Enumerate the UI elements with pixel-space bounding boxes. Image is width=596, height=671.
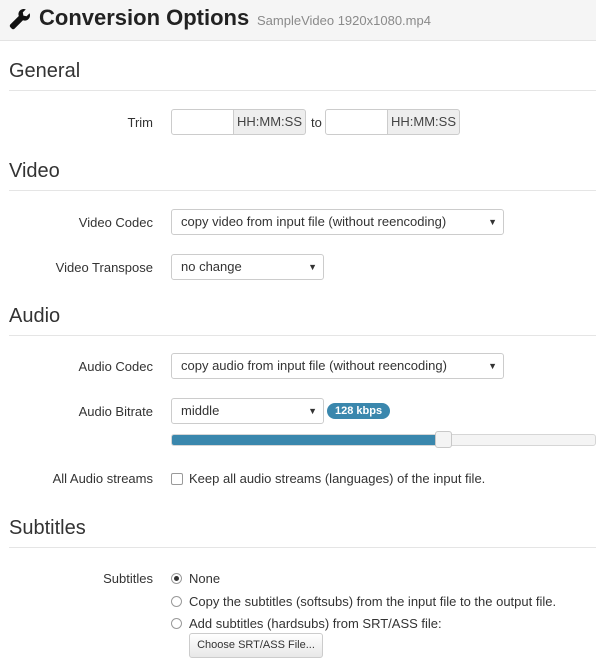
wrench-icon [9,8,31,30]
slider-fill [172,435,444,445]
subtitles-radio-none[interactable] [171,573,182,584]
trim-end-format-addon: HH:MM:SS [388,109,460,135]
chevron-down-icon: ▼ [488,217,497,227]
all-audio-streams-label: All Audio streams [52,471,153,486]
trim-start-format-addon: HH:MM:SS [234,109,306,135]
page-title: Conversion Options [39,5,250,30]
trim-start-input[interactable] [171,109,234,135]
subtitles-option-hardsubs: Add subtitles (hardsubs) from SRT/ASS fi… [189,616,442,631]
section-divider [9,190,596,191]
audio-bitrate-value: middle [181,403,220,418]
section-divider [9,335,596,336]
all-audio-streams-text: Keep all audio streams (languages) of th… [189,471,486,486]
audio-bitrate-select[interactable]: middle ▼ [171,398,324,424]
chevron-down-icon: ▼ [488,361,497,371]
page-header: Conversion Options SampleVideo 1920x1080… [0,0,596,41]
audio-bitrate-label: Audio Bitrate [78,404,153,419]
all-audio-streams-checkbox[interactable] [171,473,183,485]
section-title-video: Video [9,160,60,182]
subtitles-label: Subtitles [103,571,153,586]
trim-end-input[interactable] [325,109,388,135]
subtitles-radio-hardsubs[interactable] [171,618,182,629]
trim-separator: to [311,115,322,130]
video-transpose-label: Video Transpose [55,260,153,275]
subtitles-option-copy: Copy the subtitles (softsubs) from the i… [189,594,557,609]
file-name: SampleVideo 1920x1080.mp4 [257,13,431,28]
video-codec-value: copy video from input file (without reen… [181,214,447,229]
video-transpose-select[interactable]: no change ▼ [171,254,324,280]
audio-codec-select[interactable]: copy audio from input file (without reen… [171,353,504,379]
video-codec-label: Video Codec [78,215,153,230]
chevron-down-icon: ▼ [308,262,317,272]
section-divider [9,547,596,548]
subtitles-radio-copy[interactable] [171,596,182,607]
audio-codec-label: Audio Codec [78,359,153,374]
section-title-general: General [9,60,81,82]
section-title-audio: Audio [9,305,61,327]
chevron-down-icon: ▼ [308,406,317,416]
slider-handle[interactable] [435,431,452,448]
choose-subtitle-file-button[interactable]: Choose SRT/ASS File... [189,633,323,658]
trim-label: Trim [127,115,153,130]
audio-bitrate-slider[interactable] [171,434,596,446]
section-divider [9,90,596,91]
bitrate-badge: 128 kbps [327,403,391,419]
video-codec-select[interactable]: copy video from input file (without reen… [171,209,504,235]
section-title-subtitles: Subtitles [9,517,86,539]
video-transpose-value: no change [181,259,242,274]
subtitles-option-none: None [189,571,221,586]
audio-codec-value: copy audio from input file (without reen… [181,358,447,373]
